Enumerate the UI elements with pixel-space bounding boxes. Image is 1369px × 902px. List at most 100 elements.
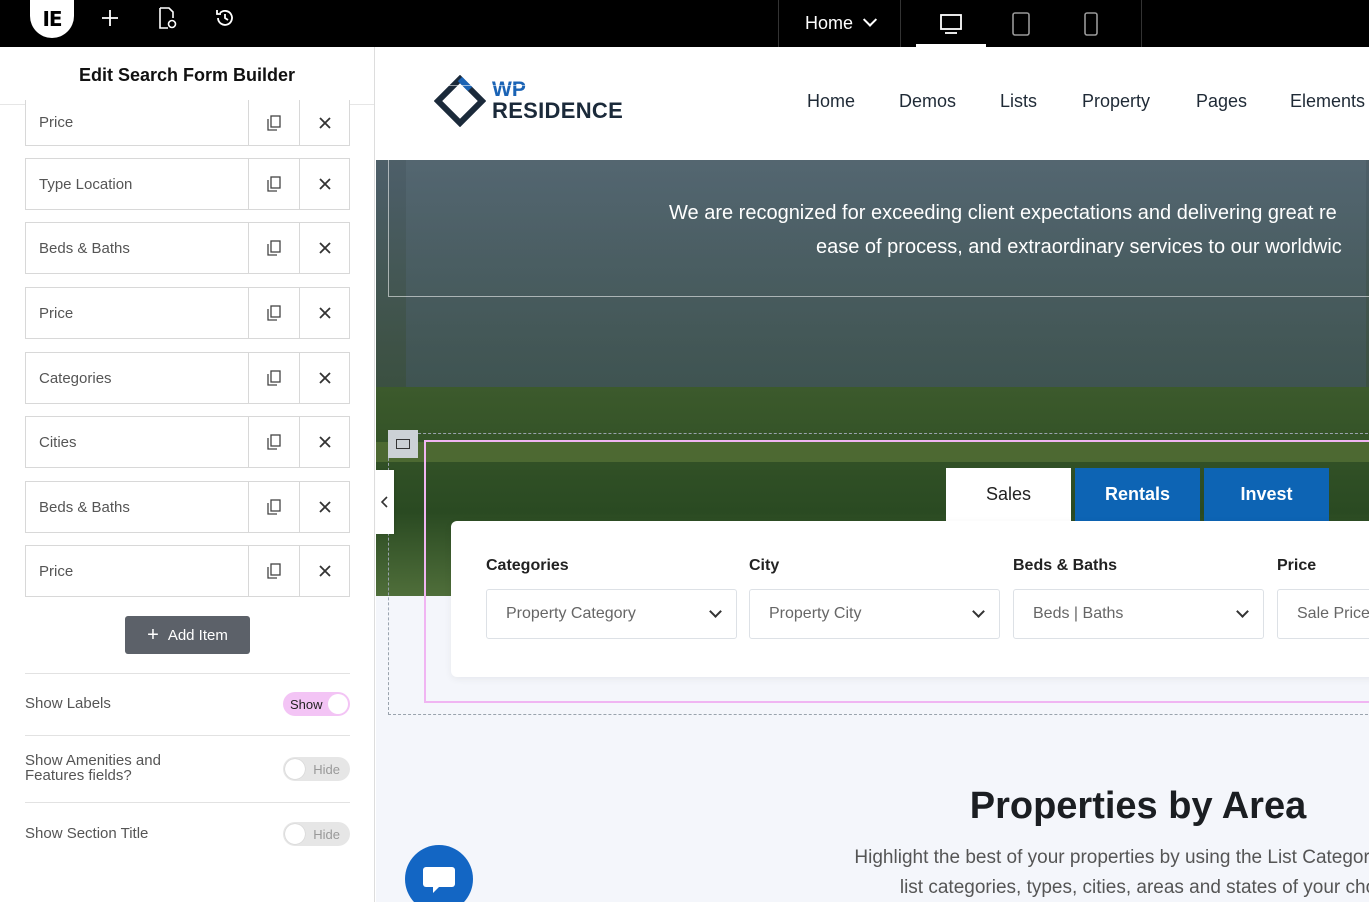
remove-button[interactable]	[299, 546, 349, 596]
show-labels-toggle[interactable]: Show	[283, 692, 350, 716]
remove-button[interactable]	[299, 100, 349, 145]
mobile-view-button[interactable]	[1056, 0, 1126, 47]
copy-icon	[267, 176, 281, 192]
remove-button[interactable]	[299, 353, 349, 403]
plus-icon: +	[147, 624, 159, 646]
copy-icon	[267, 240, 281, 256]
topbar-divider	[778, 0, 779, 47]
copy-icon	[267, 305, 281, 321]
copy-icon	[267, 434, 281, 450]
show-amenities-label-line2: Features fields?	[25, 767, 132, 784]
chevron-down-icon	[862, 12, 878, 27]
desktop-view-button[interactable]	[916, 0, 986, 47]
show-section-title-label: Show Section Title	[25, 825, 149, 842]
list-item-label[interactable]: Cities	[26, 417, 249, 467]
list-item-label[interactable]: Price	[26, 546, 249, 596]
list-item[interactable]: Price	[25, 545, 350, 597]
list-item-label[interactable]: Price	[26, 288, 249, 338]
preview-canvas: Find Your Dream Ho WP RESIDENCE Home Dem…	[376, 47, 1369, 902]
hero-subtitle-line2: ease of process, and extraordinary servi…	[816, 236, 1342, 258]
city-select[interactable]: Property City	[749, 589, 1000, 639]
hero-subtitle-line1: We are recognized for exceeding client e…	[669, 202, 1337, 224]
remove-button[interactable]	[299, 223, 349, 273]
editor-topbar: IE Home	[0, 0, 1369, 47]
duplicate-button[interactable]	[249, 288, 299, 338]
price-select[interactable]: Sale Price	[1277, 589, 1369, 639]
categories-select[interactable]: Property Category	[486, 589, 737, 639]
toggle-state-text: Hide	[313, 826, 340, 842]
page-selector[interactable]: Home	[780, 0, 900, 47]
section-title: Properties by Area	[969, 785, 1307, 827]
list-item[interactable]: Cities	[25, 416, 350, 468]
page-selector-label: Home	[804, 13, 853, 33]
list-item-label[interactable]: Categories	[26, 353, 249, 403]
toggle-knob	[285, 824, 305, 844]
add-item-button[interactable]: + Add Item	[125, 616, 250, 654]
duplicate-button[interactable]	[249, 100, 299, 145]
history-button[interactable]	[212, 5, 238, 31]
search-form-card: Categories Property Category City Proper…	[451, 521, 1369, 677]
remove-button[interactable]	[299, 159, 349, 209]
remove-button[interactable]	[299, 288, 349, 338]
chevron-down-icon	[1236, 605, 1249, 618]
show-amenities-label-line1: Show Amenities and	[25, 752, 161, 769]
collapse-panel-button[interactable]	[376, 470, 394, 534]
beds-baths-label: Beds & Baths	[1013, 557, 1118, 574]
list-item[interactable]: Price	[25, 100, 350, 146]
page-settings-icon	[159, 7, 177, 29]
price-label: Price	[1277, 557, 1317, 574]
duplicate-button[interactable]	[249, 482, 299, 532]
tab-rentals[interactable]: Rentals	[1075, 468, 1200, 521]
selected-section-outline	[388, 85, 1369, 297]
section-subtitle-line2: list categories, types, cities, areas an…	[899, 877, 1369, 898]
elementor-logo-icon: IE	[42, 7, 62, 31]
list-item-label[interactable]: Beds & Baths	[26, 482, 249, 532]
tab-sales[interactable]: Sales	[946, 468, 1071, 521]
chevron-down-icon	[972, 605, 985, 618]
show-section-title-toggle[interactable]: Hide	[283, 822, 350, 846]
elementor-logo-button[interactable]: IE	[30, 0, 74, 38]
tab-invest[interactable]: Invest	[1204, 468, 1329, 521]
section-subtitle-line1: Highlight the best of your properties by…	[854, 847, 1369, 868]
duplicate-button[interactable]	[249, 353, 299, 403]
copy-icon	[267, 499, 281, 515]
list-item[interactable]: Beds & Baths	[25, 222, 350, 274]
mobile-icon	[1084, 11, 1098, 36]
topbar-divider	[900, 0, 901, 47]
plus-icon	[102, 10, 118, 26]
tablet-view-button[interactable]	[986, 0, 1056, 47]
history-icon	[216, 10, 233, 26]
list-item[interactable]: Price	[25, 287, 350, 339]
divider	[25, 735, 350, 736]
list-item-label[interactable]: Price	[26, 100, 249, 145]
duplicate-button[interactable]	[249, 223, 299, 273]
remove-button[interactable]	[299, 482, 349, 532]
add-element-button[interactable]	[97, 5, 123, 31]
show-amenities-toggle[interactable]: Hide	[283, 757, 350, 781]
city-select-value: Property City	[769, 605, 862, 622]
list-item[interactable]: Beds & Baths	[25, 481, 350, 533]
duplicate-button[interactable]	[249, 417, 299, 467]
copy-icon	[267, 563, 281, 579]
page-settings-button[interactable]	[154, 5, 180, 31]
close-icon	[318, 501, 331, 513]
copy-icon	[267, 114, 281, 131]
topbar-divider	[1141, 0, 1142, 47]
beds-baths-select[interactable]: Beds | Baths	[1013, 589, 1264, 639]
close-icon	[318, 307, 331, 319]
list-item[interactable]: Type Location	[25, 158, 350, 210]
duplicate-button[interactable]	[249, 159, 299, 209]
section-edit-handle[interactable]	[388, 430, 418, 458]
divider	[25, 802, 350, 803]
list-item[interactable]: Categories	[25, 352, 350, 404]
remove-button[interactable]	[299, 417, 349, 467]
duplicate-button[interactable]	[249, 546, 299, 596]
toggle-state-text: Show	[290, 696, 323, 712]
section-icon	[396, 439, 410, 449]
list-item-label[interactable]: Beds & Baths	[26, 223, 249, 273]
list-item-label[interactable]: Type Location	[26, 159, 249, 209]
desktop-icon	[940, 13, 962, 34]
sidebar-header: Edit Search Form Builder	[0, 47, 374, 105]
close-icon	[318, 178, 331, 190]
close-icon	[318, 116, 331, 129]
